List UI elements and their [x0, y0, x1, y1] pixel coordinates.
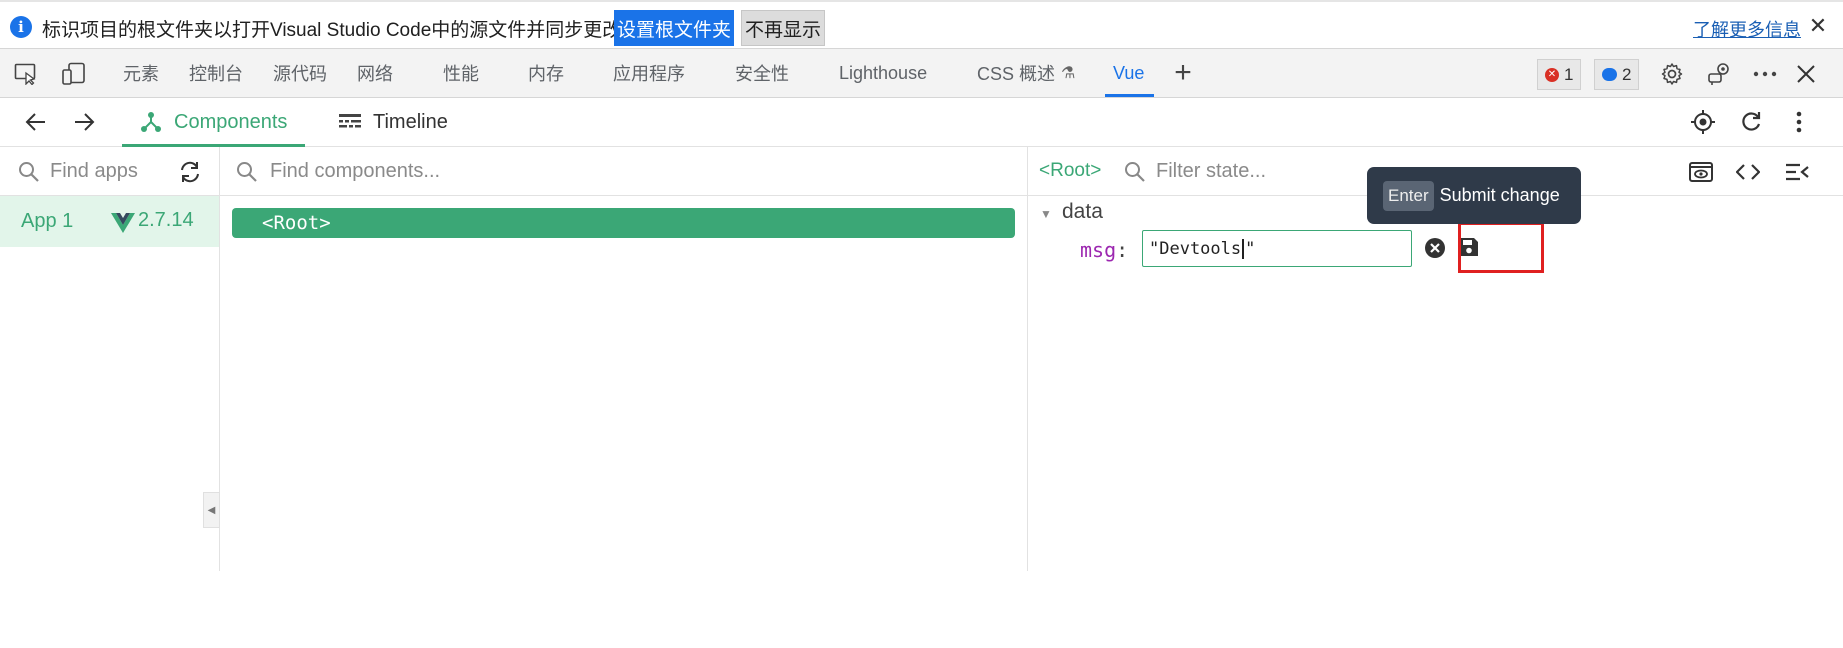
- refresh-icon[interactable]: [1738, 109, 1764, 135]
- find-components-input[interactable]: [270, 156, 770, 186]
- tab-application[interactable]: 应用程序: [613, 49, 685, 97]
- component-tree-row[interactable]: <Root>: [232, 208, 1015, 238]
- tab-components[interactable]: Components: [121, 98, 306, 147]
- selected-component-breadcrumb: <Root>: [1039, 160, 1102, 181]
- tab-security[interactable]: 安全性: [735, 49, 789, 97]
- state-value-text-end: ": [1245, 238, 1256, 259]
- target-icon[interactable]: [1690, 109, 1716, 135]
- app-name: App 1: [21, 210, 74, 232]
- cancel-edit-icon[interactable]: [1424, 237, 1446, 259]
- apps-panel: App 1 2.7.14 ◀: [0, 147, 220, 571]
- message-count: 2: [1622, 64, 1632, 84]
- remote-devices-icon[interactable]: [1707, 61, 1733, 87]
- apps-search-row: [0, 147, 219, 196]
- text-caret: [1242, 238, 1245, 259]
- info-icon: i: [10, 16, 32, 38]
- vue-toolbar: Components Timeline: [0, 98, 1843, 147]
- tab-console[interactable]: 控制台: [189, 49, 243, 97]
- learn-more-link[interactable]: 了解更多信息: [1693, 16, 1801, 42]
- more-options-icon[interactable]: [1752, 61, 1778, 87]
- components-search-row: [220, 147, 1027, 196]
- tooltip-text: Submit change: [1439, 185, 1560, 205]
- components-icon: [140, 111, 162, 133]
- search-icon: [236, 161, 258, 183]
- inspect-element-icon[interactable]: [13, 61, 39, 87]
- state-section-title: data: [1062, 200, 1103, 223]
- error-count-badge[interactable]: ✕ 1: [1537, 59, 1582, 90]
- gear-icon[interactable]: [1659, 61, 1685, 87]
- tab-lighthouse[interactable]: Lighthouse: [839, 49, 927, 97]
- refresh-apps-icon[interactable]: [178, 160, 200, 183]
- close-devtools-icon[interactable]: [1793, 61, 1819, 87]
- find-apps-input[interactable]: [50, 156, 170, 186]
- tab-timeline-label: Timeline: [373, 110, 448, 133]
- add-tab-icon[interactable]: +: [1167, 56, 1199, 89]
- set-root-folder-button[interactable]: 设置根文件夹: [614, 10, 734, 46]
- timeline-icon: [339, 113, 361, 131]
- state-value-editor[interactable]: "Devtools ": [1142, 230, 1412, 267]
- flask-icon: ⚗: [1061, 65, 1076, 82]
- error-icon: ✕: [1545, 67, 1559, 82]
- code-icon[interactable]: [1735, 159, 1761, 185]
- submit-change-tooltip: Enter Submit change: [1367, 167, 1581, 224]
- filter-state-input[interactable]: [1156, 156, 1376, 186]
- device-toolbar-icon[interactable]: [61, 61, 87, 87]
- tab-css-overview-label: CSS 概述: [977, 64, 1056, 84]
- vue-logo-icon: [111, 213, 135, 238]
- message-icon: [1602, 68, 1617, 81]
- tab-components-label: Components: [174, 110, 288, 133]
- dont-show-again-button[interactable]: 不再显示: [741, 10, 825, 46]
- collapse-list-icon[interactable]: [1784, 159, 1810, 185]
- search-icon: [18, 161, 40, 183]
- back-arrow-icon[interactable]: [22, 108, 50, 136]
- info-message: 标识项目的根文件夹以打开Visual Studio Code中的源文件并同步更改…: [42, 20, 641, 41]
- message-count-badge[interactable]: 2: [1594, 59, 1640, 90]
- forward-arrow-icon[interactable]: [70, 108, 98, 136]
- search-icon: [1124, 161, 1146, 183]
- collapse-panel-handle[interactable]: ◀: [203, 492, 220, 528]
- devtools-tab-strip: 元素 控制台 源代码 网络 性能 内存 应用程序 安全性 Lighthouse …: [0, 49, 1843, 98]
- enter-key-label: Enter: [1383, 180, 1434, 211]
- app-list-item[interactable]: App 1 2.7.14: [0, 196, 219, 247]
- state-value-text: "Devtools: [1149, 238, 1242, 259]
- expand-caret-icon[interactable]: ▼: [1040, 207, 1052, 221]
- tab-css-overview[interactable]: CSS 概述 ⚗: [977, 49, 1075, 97]
- tab-vue[interactable]: Vue: [1104, 49, 1155, 97]
- error-count: 1: [1564, 64, 1574, 84]
- tab-timeline[interactable]: Timeline: [339, 98, 448, 146]
- close-icon[interactable]: ✕: [1806, 13, 1830, 38]
- highlight-box: [1458, 222, 1544, 273]
- tab-elements[interactable]: 元素: [123, 49, 159, 97]
- state-field-key: msg:: [1080, 238, 1129, 262]
- tab-performance[interactable]: 性能: [443, 49, 479, 97]
- info-bar: i 标识项目的根文件夹以打开Visual Studio Code中的源文件并同步…: [0, 0, 1843, 49]
- tab-network[interactable]: 网络: [357, 49, 393, 97]
- tab-memory[interactable]: 内存: [528, 49, 564, 97]
- more-vertical-icon[interactable]: [1786, 109, 1812, 135]
- app-version: 2.7.14: [138, 209, 194, 231]
- components-panel: <Root>: [220, 147, 1028, 571]
- scroll-to-component-icon[interactable]: [1688, 159, 1714, 185]
- tab-sources[interactable]: 源代码: [273, 49, 327, 97]
